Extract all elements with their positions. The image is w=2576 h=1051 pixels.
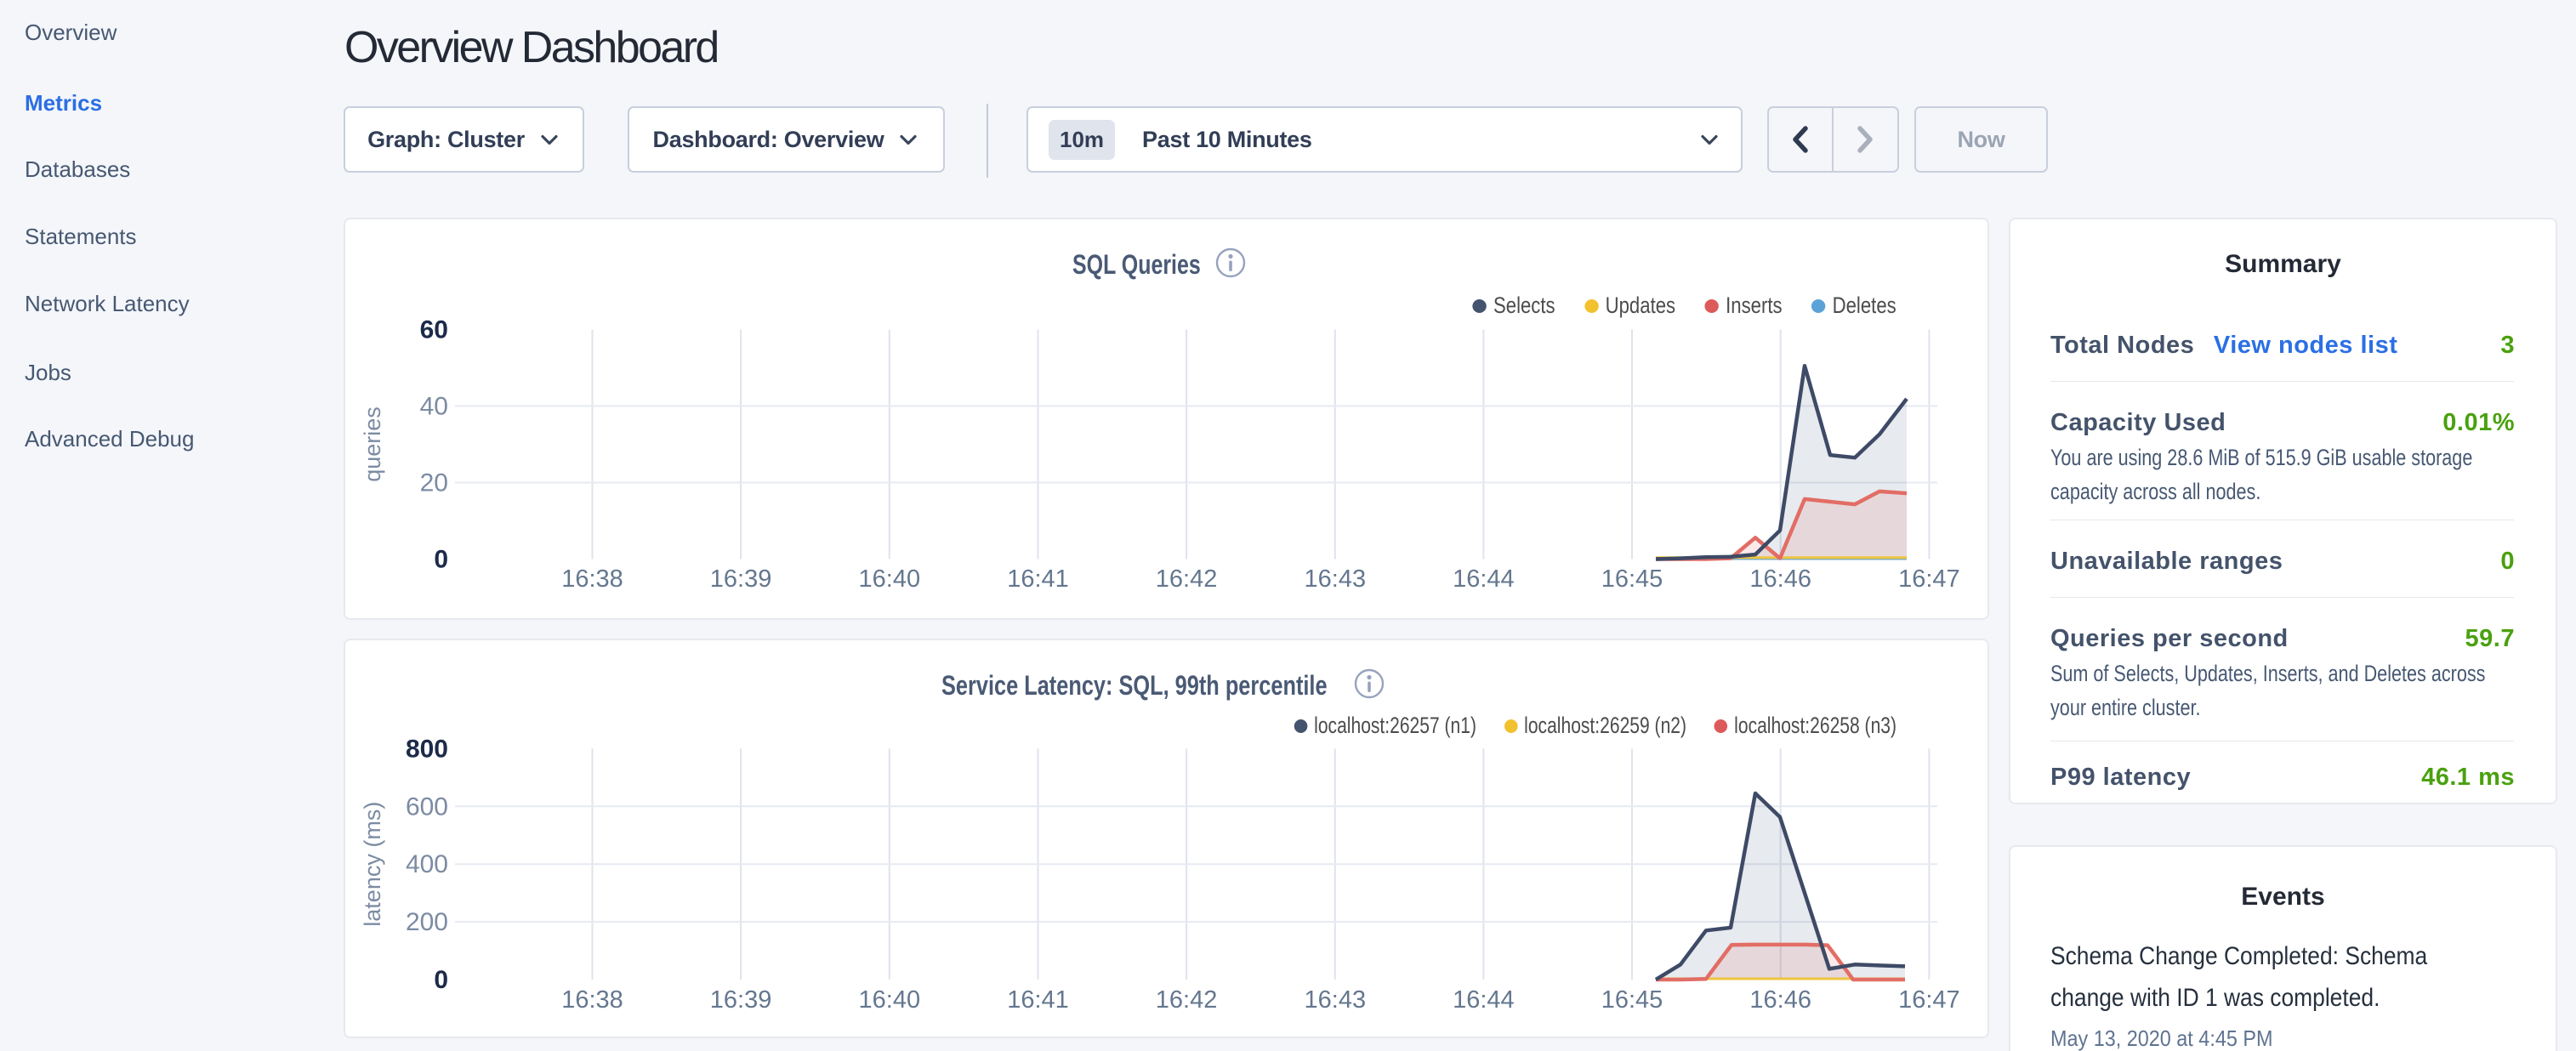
svg-text:16:46: 16:46: [1749, 986, 1811, 1014]
svg-text:16:45: 16:45: [1601, 565, 1663, 593]
svg-text:16:47: 16:47: [1898, 565, 1960, 593]
svg-text:60: 60: [420, 316, 448, 344]
svg-text:16:45: 16:45: [1601, 986, 1663, 1014]
svg-text:latency (ms): latency (ms): [360, 802, 385, 927]
svg-text:16:38: 16:38: [561, 986, 623, 1014]
svg-text:queries: queries: [360, 406, 385, 482]
svg-text:16:46: 16:46: [1749, 565, 1811, 593]
svg-text:800: 800: [406, 735, 448, 763]
svg-text:16:40: 16:40: [859, 986, 921, 1014]
svg-text:16:39: 16:39: [710, 565, 772, 593]
svg-text:16:39: 16:39: [710, 986, 772, 1014]
svg-text:16:44: 16:44: [1453, 986, 1515, 1014]
svg-text:0: 0: [434, 966, 448, 994]
svg-text:600: 600: [406, 793, 448, 821]
svg-text:16:40: 16:40: [859, 565, 921, 593]
svg-text:16:43: 16:43: [1305, 565, 1367, 593]
svg-text:200: 200: [406, 908, 448, 936]
svg-text:400: 400: [406, 850, 448, 878]
svg-text:16:41: 16:41: [1007, 565, 1069, 593]
svg-text:16:43: 16:43: [1305, 986, 1367, 1014]
svg-text:20: 20: [420, 469, 448, 497]
svg-text:16:47: 16:47: [1898, 986, 1960, 1014]
svg-text:16:41: 16:41: [1007, 986, 1069, 1014]
svg-text:40: 40: [420, 393, 448, 421]
svg-text:16:42: 16:42: [1156, 986, 1218, 1014]
svg-text:0: 0: [434, 546, 448, 574]
svg-text:16:42: 16:42: [1156, 565, 1218, 593]
svg-text:16:38: 16:38: [561, 565, 623, 593]
svg-text:16:44: 16:44: [1453, 565, 1515, 593]
